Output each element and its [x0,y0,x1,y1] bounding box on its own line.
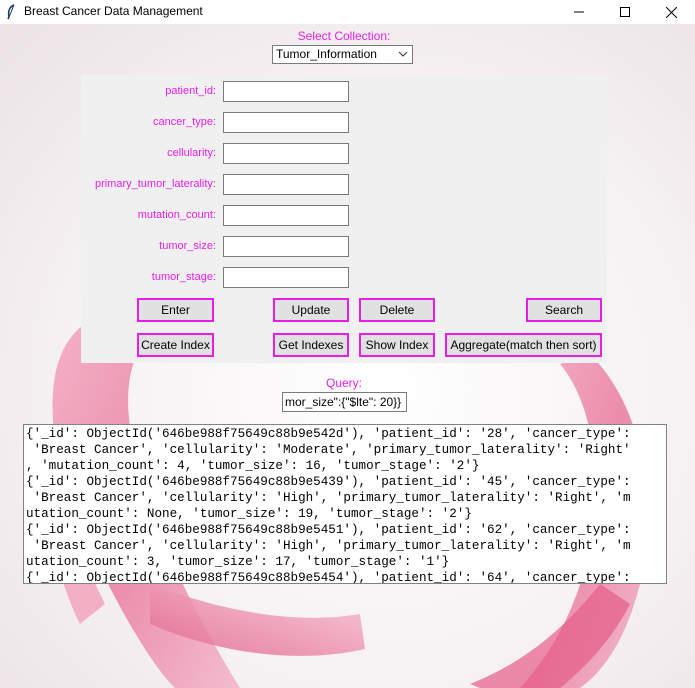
close-button[interactable] [648,0,694,24]
primary-tumor-laterality-input[interactable] [223,174,349,195]
create-index-button[interactable]: Create Index [137,333,214,357]
cancer-type-label: cancer_type: [153,116,216,128]
result-line: {'_id': ObjectId('646be988f75649c88b9e54… [26,475,631,489]
result-line: utation_count': 3, 'tumor_size': 17, 'tu… [26,555,450,569]
tumor-stage-label: tumor_stage: [151,271,216,283]
tumor-size-input[interactable] [223,236,349,257]
result-line: {'_id': ObjectId('646be988f75649c88b9e54… [26,523,631,537]
result-line: utation_count': None, 'tumor_size': 19, … [26,507,472,521]
results-textbox[interactable]: {'_id': ObjectId('646be988f75649c88b9e54… [23,424,667,584]
collection-select-value: Tumor_Information [276,47,377,61]
result-line: 'Breast Cancer', 'cellularity': 'High', … [26,491,631,505]
result-line: 'Breast Cancer', 'cellularity': 'High', … [26,539,631,553]
cancer-type-input[interactable] [223,112,349,133]
aggregate-button[interactable]: Aggregate(match then sort) [445,333,602,357]
cellularity-label: cellularity: [167,147,216,159]
result-line: , 'mutation_count': 4, 'tumor_size': 16,… [26,459,480,473]
primary-tumor-laterality-label: primary_tumor_laterality: [94,178,216,190]
mutation-count-input[interactable] [223,205,349,226]
tumor-size-label: tumor_size: [159,240,216,252]
result-line: 'Breast Cancer', 'cellularity': 'Moderat… [26,443,631,457]
collection-select[interactable]: Tumor_Information [272,45,413,64]
result-line: {'_id': ObjectId('646be988f75649c88b9e54… [26,571,631,584]
result-line: {'_id': ObjectId('646be988f75649c88b9e54… [26,427,631,441]
update-button[interactable]: Update [273,298,349,322]
query-label: Query: [325,376,362,390]
search-button[interactable]: Search [526,298,602,322]
maximize-icon [620,7,630,17]
enter-button[interactable]: Enter [137,298,214,322]
minimize-icon [574,11,584,13]
feather-icon [7,4,15,20]
close-icon [665,6,677,18]
get-indexes-button[interactable]: Get Indexes [273,333,349,357]
form-panel: patient_id: cancer_type: cellularity: pr… [81,75,607,363]
delete-button[interactable]: Delete [359,298,435,322]
chevron-down-icon [398,51,408,57]
maximize-button[interactable] [602,0,648,24]
query-input[interactable]: mor_size":{"$lte": 20}} [282,392,407,412]
cellularity-input[interactable] [223,143,349,164]
patient-id-input[interactable] [223,81,349,102]
patient-id-label: patient_id: [165,85,216,97]
minimize-button[interactable] [556,0,602,24]
show-index-button[interactable]: Show Index [359,333,435,357]
window-title: Breast Cancer Data Management [24,4,203,18]
tumor-stage-input[interactable] [223,267,349,288]
mutation-count-label: mutation_count: [137,209,216,221]
title-bar: Breast Cancer Data Management [0,0,695,24]
select-collection-label: Select Collection: [297,29,391,43]
